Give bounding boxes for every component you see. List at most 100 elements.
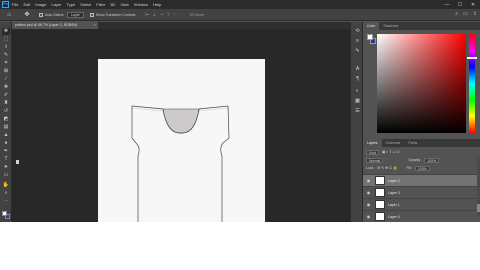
eyedropper-tool-icon[interactable]: ⁄ bbox=[2, 76, 10, 83]
properties-icon[interactable]: ≡ bbox=[353, 38, 362, 45]
eye-icon[interactable]: ◉ bbox=[365, 202, 372, 207]
layer-row[interactable]: ◉ Layer 3 bbox=[363, 186, 480, 198]
layer-row[interactable]: ◉ Layer 2 bbox=[363, 174, 480, 186]
photoshop-logo[interactable]: Ps bbox=[2, 1, 9, 8]
document-tab[interactable]: pattern.psd @ 66.7% (Layer 2, RGB/8#) × bbox=[12, 22, 98, 29]
share-icon[interactable]: ⇪ bbox=[473, 11, 477, 17]
close-document-icon[interactable]: × bbox=[94, 22, 96, 29]
menu-file[interactable]: File bbox=[12, 2, 18, 7]
dodge-tool-icon[interactable]: ● bbox=[2, 140, 10, 147]
mode-3d-label: 3D Mode: bbox=[189, 12, 205, 17]
photoshop-window: Ps File Edit Image Layer Type Select Fil… bbox=[0, 0, 480, 222]
move-tool-icon[interactable]: ✥ bbox=[23, 11, 31, 19]
align-icons: ⊢ ⊥ ⊣ ⊤ ⋯ bbox=[145, 12, 177, 18]
layer-filter-row: Kind ▣ ◐ T ▭ ⊡ bbox=[366, 149, 400, 155]
tshirt-pattern-artwork bbox=[131, 105, 230, 222]
workspace-icon[interactable]: ▭ bbox=[463, 11, 468, 17]
clone-stamp-icon[interactable]: ♜ bbox=[2, 100, 10, 107]
crop-tool-icon[interactable]: ⌗ bbox=[2, 60, 10, 67]
layer-row[interactable]: ◉ Layer 1 bbox=[363, 198, 480, 210]
neckline-shape bbox=[162, 108, 200, 134]
transform-controls-checkbox[interactable] bbox=[89, 12, 94, 17]
hue-slider-handle[interactable] bbox=[467, 57, 477, 59]
canvas-area[interactable] bbox=[12, 29, 350, 222]
menu-window[interactable]: Window bbox=[134, 2, 148, 7]
blur-tool-icon[interactable]: ▲ bbox=[2, 132, 10, 139]
healing-brush-icon[interactable]: ✚ bbox=[2, 84, 10, 91]
align-right-icon[interactable]: ⊣ bbox=[159, 12, 163, 18]
hue-slider[interactable] bbox=[469, 34, 475, 133]
more-tools-icon[interactable]: ⋯ bbox=[2, 198, 10, 205]
menu-filter[interactable]: Filter bbox=[96, 2, 105, 7]
layer-name[interactable]: Layer 2 bbox=[388, 179, 400, 183]
type-tool-icon[interactable]: T bbox=[2, 156, 10, 163]
shape-tool-icon[interactable]: ▭ bbox=[2, 172, 10, 179]
blend-mode-dropdown[interactable]: Normal bbox=[366, 157, 384, 163]
libraries-icon[interactable]: ☰ bbox=[353, 108, 362, 115]
adjustments-icon[interactable]: ◐ bbox=[353, 88, 362, 95]
character-icon[interactable]: A bbox=[353, 66, 362, 73]
quick-select-tool-icon[interactable]: ✎ bbox=[2, 52, 10, 59]
path-select-icon[interactable]: ➤ bbox=[2, 164, 10, 171]
lasso-tool-icon[interactable]: ℓ bbox=[2, 44, 10, 51]
align-center-icon[interactable]: ⊥ bbox=[152, 12, 156, 18]
move-tool-icon[interactable]: ✥ bbox=[2, 28, 10, 35]
distribute-icon[interactable]: ⋯ bbox=[173, 12, 178, 18]
menu-view[interactable]: View bbox=[120, 2, 129, 7]
auto-select-dropdown[interactable]: Layer bbox=[67, 11, 84, 18]
maximize-button[interactable]: ☐ bbox=[454, 0, 466, 9]
menu-image[interactable]: Image bbox=[35, 2, 46, 7]
tab-color[interactable]: Color bbox=[363, 22, 380, 30]
history-icon[interactable]: ⟲ bbox=[353, 28, 362, 35]
eye-icon[interactable]: ◉ bbox=[365, 190, 372, 195]
home-icon[interactable]: ⌂ bbox=[5, 11, 13, 19]
brush-tool-icon[interactable]: ✐ bbox=[2, 92, 10, 99]
search-icon[interactable]: ⌕ bbox=[455, 11, 458, 17]
align-top-icon[interactable]: ⊤ bbox=[166, 12, 170, 18]
color-saturation-field[interactable] bbox=[377, 34, 466, 133]
gradient-tool-icon[interactable]: ▤ bbox=[2, 124, 10, 131]
pen-tool-icon[interactable]: ✒ bbox=[2, 148, 10, 155]
layer-kind-filter[interactable]: Kind bbox=[366, 149, 380, 155]
fill-input[interactable]: 100% bbox=[414, 165, 430, 171]
close-window-button[interactable]: ✕ bbox=[467, 0, 479, 9]
frame-tool-icon[interactable]: ⊠ bbox=[2, 68, 10, 75]
tab-layers[interactable]: Layers bbox=[363, 139, 382, 147]
paragraph-icon[interactable]: ¶ bbox=[353, 76, 362, 83]
marquee-tool-icon[interactable]: ⬚ bbox=[2, 36, 10, 43]
align-left-icon[interactable]: ⊢ bbox=[145, 12, 149, 18]
opacity-input[interactable]: 100% bbox=[424, 157, 440, 163]
document-canvas[interactable] bbox=[98, 59, 265, 222]
swatches-icon[interactable]: ▦ bbox=[353, 98, 362, 105]
menu-layer[interactable]: Layer bbox=[51, 2, 61, 7]
menu-select[interactable]: Select bbox=[80, 2, 91, 7]
hand-tool-icon[interactable]: ✋ bbox=[2, 182, 10, 189]
layer-name[interactable]: Layer 3 bbox=[388, 191, 400, 195]
menu-edit[interactable]: Edit bbox=[23, 2, 30, 7]
zoom-tool-icon[interactable]: ⌕ bbox=[2, 190, 10, 197]
eye-icon[interactable]: ◉ bbox=[365, 178, 372, 183]
layer-name[interactable]: Layer 1 bbox=[388, 203, 400, 207]
layer-row[interactable]: ◉ Layer 0 bbox=[363, 210, 480, 222]
document-tab-bar: pattern.psd @ 66.7% (Layer 2, RGB/8#) × bbox=[12, 22, 362, 29]
menu-3d[interactable]: 3D bbox=[110, 2, 115, 7]
panel-collapse-handle[interactable] bbox=[16, 160, 19, 164]
minimize-button[interactable]: — bbox=[441, 0, 453, 9]
tab-swatches[interactable]: Swatches bbox=[379, 22, 402, 30]
eye-icon[interactable]: ◉ bbox=[365, 214, 372, 219]
menu-bar: Ps File Edit Image Layer Type Select Fil… bbox=[0, 0, 480, 9]
menu-help[interactable]: Help bbox=[153, 2, 161, 7]
tab-channels[interactable]: Channels bbox=[382, 139, 405, 147]
history-brush-icon[interactable]: ↺ bbox=[2, 108, 10, 115]
panel-foreground-swatch[interactable] bbox=[367, 34, 373, 40]
eraser-tool-icon[interactable]: ◩ bbox=[2, 116, 10, 123]
tab-paths[interactable]: Paths bbox=[404, 139, 421, 147]
brush-settings-icon[interactable]: ✎ bbox=[353, 48, 362, 55]
lock-icons[interactable]: ⊞ ✎ ✥ ⊡ 🔒 bbox=[377, 166, 397, 170]
filter-icons[interactable]: ▣ ◐ T ▭ ⊡ bbox=[382, 150, 400, 154]
foreground-color-swatch[interactable] bbox=[2, 211, 7, 216]
auto-select-checkbox[interactable] bbox=[39, 12, 43, 17]
menu-type[interactable]: Type bbox=[67, 2, 76, 7]
layer-name[interactable]: Layer 0 bbox=[388, 215, 400, 219]
lock-label: Lock: bbox=[366, 166, 375, 170]
